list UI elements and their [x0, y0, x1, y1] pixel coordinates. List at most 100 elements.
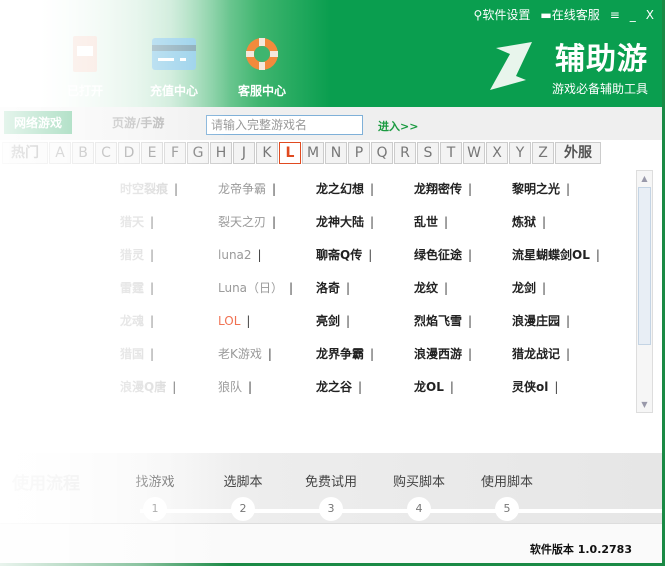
letter-button[interactable]: Z	[532, 142, 554, 164]
letter-button[interactable]: T	[440, 142, 462, 164]
game-link[interactable]: 浪漫庄园 |	[512, 312, 610, 329]
game-link[interactable]: 洛奇 |	[316, 279, 414, 296]
step-label: 找游戏	[135, 475, 175, 490]
letter-button[interactable]: G	[187, 142, 209, 164]
game-link[interactable]: 灵侠ol |	[512, 378, 610, 395]
letter-button[interactable]: P	[348, 142, 370, 164]
separator: |	[595, 248, 600, 262]
game-link[interactable]: 龙神大陆 |	[316, 213, 414, 230]
game-name: 黎明之光	[512, 182, 561, 196]
game-name: 龙魂	[120, 314, 145, 328]
game-name: 时空裂痕	[120, 182, 169, 196]
letter-button[interactable]: Y	[509, 142, 531, 164]
game-link[interactable]: 猎灵 |	[80, 246, 218, 263]
game-link[interactable]: 龙剑 |	[512, 279, 610, 296]
game-search-input[interactable]	[206, 115, 363, 135]
scrollbar-thumb[interactable]	[638, 187, 651, 345]
letter-button[interactable]: M	[302, 142, 324, 164]
game-link[interactable]: 龙OL |	[414, 378, 512, 395]
scroll-down-icon[interactable]: ▼	[637, 397, 652, 412]
menu-icon[interactable]: ≡	[610, 8, 620, 22]
separator: |	[370, 182, 375, 196]
separator: |	[370, 215, 375, 229]
game-link[interactable]: 时空裂痕 |	[80, 180, 218, 197]
game-link[interactable]: 浪漫Q唐 |	[80, 378, 218, 395]
separator: |	[272, 182, 277, 196]
enter-button[interactable]: 进入>>	[378, 118, 418, 134]
game-link[interactable]: 狼队 |	[218, 378, 316, 395]
separator: |	[554, 380, 559, 394]
close-button[interactable]: X	[646, 8, 654, 22]
game-link[interactable]: 龙之谷 |	[316, 378, 414, 395]
scroll-up-icon[interactable]: ▲	[637, 171, 652, 186]
game-link[interactable]: 猎龙战记 |	[512, 345, 610, 362]
letter-button[interactable]: 外服	[555, 142, 601, 164]
nav-opened[interactable]: 已打开	[50, 36, 120, 99]
scrollbar[interactable]: ▲ ▼	[636, 170, 653, 413]
game-link[interactable]: 猎天 |	[80, 213, 218, 230]
game-link[interactable]: luna2 |	[218, 248, 316, 262]
usage-flow: 使用流程 找游戏 1 选脚本 2 免费试用 3 购买脚本 4 使用脚本 5	[0, 453, 662, 523]
game-link[interactable]: 聊斋Q传 |	[316, 246, 414, 263]
game-name: 裂天之刃	[218, 215, 267, 229]
letter-button[interactable]: Q	[371, 142, 393, 164]
game-link[interactable]: 炼狱 |	[512, 213, 610, 230]
game-link[interactable]: 乱世 |	[414, 213, 512, 230]
letter-button[interactable]: N	[325, 142, 347, 164]
game-link[interactable]: 龙纹 |	[414, 279, 512, 296]
game-row: 猎国 | 老K游戏 | 龙界争霸 | 浪漫西游 | 猎龙战记 |	[80, 337, 635, 370]
letter-button[interactable]: C	[95, 142, 117, 164]
brand-title: 辅助游	[555, 42, 648, 77]
game-link[interactable]: 烈焰飞雪 |	[414, 312, 512, 329]
letter-button[interactable]: 热门	[2, 142, 48, 164]
game-link[interactable]: 龙之幻想 |	[316, 180, 414, 197]
letter-button[interactable]: J	[233, 142, 255, 164]
letter-button[interactable]: A	[49, 142, 71, 164]
online-support-button[interactable]: ▬在线客服	[540, 6, 599, 23]
game-link[interactable]: 龙魂 |	[80, 312, 218, 329]
letter-button[interactable]: X	[486, 142, 508, 164]
letter-button[interactable]: R	[394, 142, 416, 164]
letter-button[interactable]: S	[417, 142, 439, 164]
game-name: 灵侠ol	[512, 380, 549, 394]
tab-web-mobile-games[interactable]: 页游/手游	[112, 114, 164, 131]
game-link[interactable]: 亮剑 |	[316, 312, 414, 329]
game-link[interactable]: 老K游戏 |	[218, 345, 316, 362]
separator: |	[257, 247, 262, 262]
game-link[interactable]: 绿色征途 |	[414, 246, 512, 263]
letter-button[interactable]: D	[118, 142, 140, 164]
tab-online-games[interactable]: 网络游戏	[4, 111, 73, 134]
nav-support[interactable]: 客服中心	[227, 36, 297, 99]
letter-button[interactable]: H	[210, 142, 232, 164]
separator: |	[368, 248, 373, 262]
game-link[interactable]: LOL |	[218, 314, 316, 328]
game-name: 猎灵	[120, 248, 145, 262]
step-number: 2	[231, 497, 255, 521]
letter-button[interactable]: L	[279, 142, 301, 164]
game-link[interactable]: 流星蝴蝶剑OL |	[512, 246, 610, 263]
step-label: 购买脚本	[392, 475, 445, 490]
game-link[interactable]: 龙帝争霸 |	[218, 180, 316, 197]
game-link[interactable]: 雷霆 |	[80, 279, 218, 296]
game-link[interactable]: 龙界争霸 |	[316, 345, 414, 362]
game-link[interactable]: 猎国 |	[80, 345, 218, 362]
flow-line	[140, 509, 662, 513]
game-link[interactable]: 黎明之光 |	[512, 180, 610, 197]
step-label: 选脚本	[223, 475, 263, 490]
separator: |	[248, 380, 253, 394]
game-name: luna2	[218, 247, 252, 262]
game-link[interactable]: Luna（日） |	[218, 279, 316, 296]
header: ⚲软件设置 ▬在线客服 ≡ _ X 已打开 充值中心 客服中心 辅助游 游戏必备…	[0, 0, 662, 107]
game-link[interactable]: 浪漫西游 |	[414, 345, 512, 362]
minimize-button[interactable]: _	[630, 8, 636, 22]
letter-button[interactable]: B	[72, 142, 94, 164]
game-name: 乱世	[414, 215, 439, 229]
nav-recharge[interactable]: 充值中心	[139, 36, 209, 99]
letter-button[interactable]: F	[164, 142, 186, 164]
letter-button[interactable]: K	[256, 142, 278, 164]
game-link[interactable]: 龙翔密传 |	[414, 180, 512, 197]
game-link[interactable]: 裂天之刃 |	[218, 213, 316, 230]
letter-button[interactable]: E	[141, 142, 163, 164]
settings-button[interactable]: ⚲软件设置	[474, 6, 531, 23]
letter-button[interactable]: W	[463, 142, 485, 164]
